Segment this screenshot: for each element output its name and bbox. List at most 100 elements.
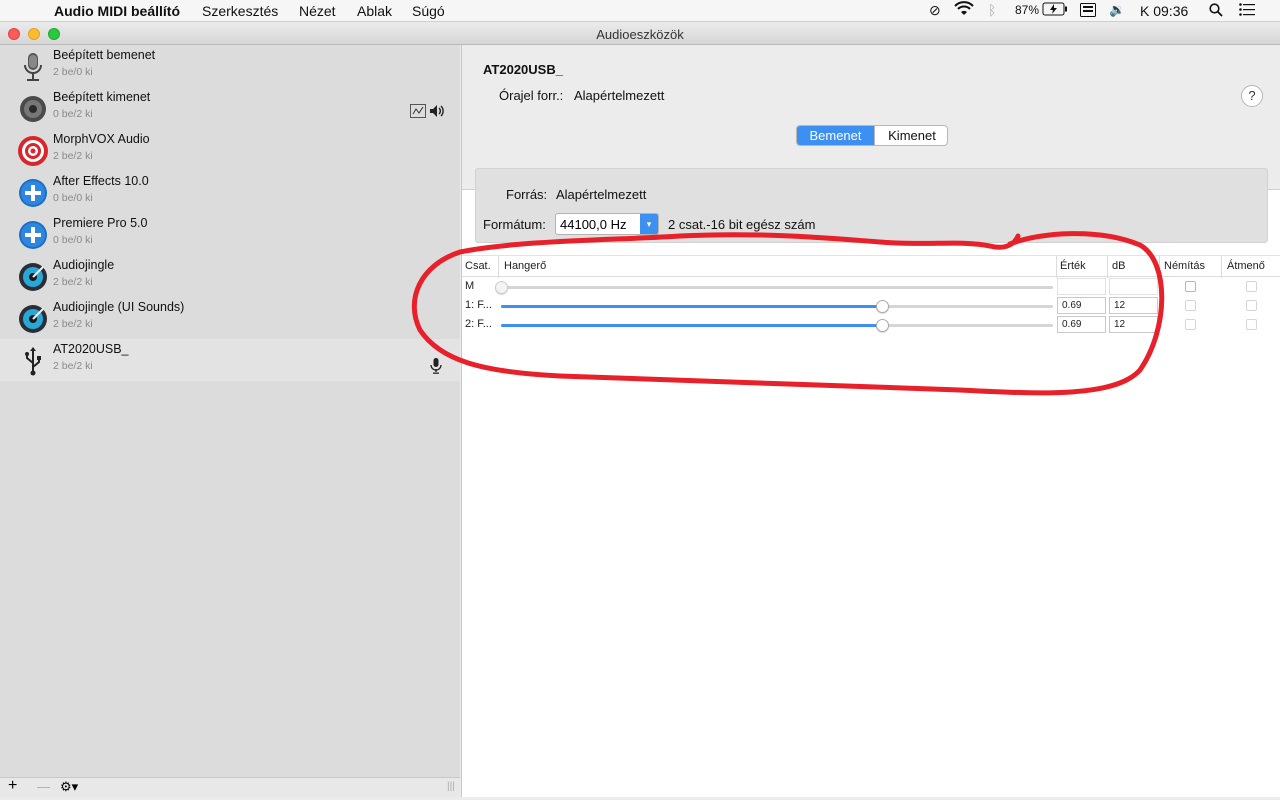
- sample-rate-value: 44100,0 Hz: [560, 217, 627, 232]
- format-label: Formátum:: [483, 217, 546, 232]
- mute-checkbox[interactable]: [1185, 319, 1196, 330]
- device-name: Beépített bemenet: [53, 48, 156, 62]
- device-io: 2 be/2 ki: [53, 318, 93, 330]
- device-item-premiere-pro[interactable]: Premiere Pro 5.0 0 be/0 ki: [0, 213, 460, 255]
- audiojingle-icon: [17, 303, 49, 335]
- sidebar-toolbar: + — ⚙▾ |||: [0, 777, 460, 797]
- menu-edit[interactable]: Szerkesztés: [202, 3, 278, 19]
- tab-input[interactable]: Bemenet: [797, 126, 874, 145]
- channel-label: 2: F...: [465, 318, 492, 330]
- battery-icon[interactable]: [1042, 2, 1068, 19]
- remove-device-button[interactable]: —: [37, 779, 50, 794]
- thru-checkbox[interactable]: [1246, 281, 1257, 292]
- device-item-builtin-input[interactable]: Beépített bemenet 2 be/0 ki: [0, 45, 460, 87]
- device-io: 2 be/0 ki: [53, 66, 93, 78]
- device-io: 0 be/0 ki: [53, 234, 93, 246]
- io-segmented-control: Bemenet Kimenet: [796, 125, 948, 146]
- table-row: M: [462, 277, 1280, 296]
- mute-checkbox[interactable]: [1185, 281, 1196, 292]
- volume-slider[interactable]: [501, 319, 1053, 332]
- column-db[interactable]: dB: [1112, 260, 1125, 272]
- clock-source-value[interactable]: Alapértelmezett: [574, 88, 664, 103]
- wifi-icon[interactable]: [954, 1, 974, 20]
- device-item-builtin-output[interactable]: Beépített kimenet 0 be/2 ki: [0, 87, 460, 129]
- device-name: MorphVOX Audio: [53, 132, 150, 146]
- db-field[interactable]: [1109, 278, 1158, 295]
- column-mute[interactable]: Némítás: [1164, 260, 1205, 272]
- notification-list-icon[interactable]: [1239, 3, 1255, 19]
- thru-checkbox[interactable]: [1246, 300, 1257, 311]
- clock-source-label: Órajel forr.:: [499, 88, 564, 103]
- audiojingle-icon: [17, 261, 49, 293]
- device-list: Beépített bemenet 2 be/0 ki Beépített ki…: [0, 45, 460, 777]
- menubar: Audio MIDI beállító Szerkesztés Nézet Ab…: [0, 0, 1280, 22]
- target-icon: [17, 135, 49, 167]
- device-io: 0 be/0 ki: [53, 192, 93, 204]
- app-menu[interactable]: Audio MIDI beállító: [54, 3, 180, 19]
- resize-handle[interactable]: |||: [447, 781, 455, 792]
- table-header: Csat. Hangerő Érték dB Némítás Átmenő: [462, 255, 1280, 278]
- channel-label: M: [465, 280, 475, 292]
- volume-icon[interactable]: 🔉: [1109, 2, 1125, 18]
- device-io: 0 be/2 ki: [53, 108, 93, 120]
- default-input-mic-icon: [430, 358, 442, 377]
- menubar-clock[interactable]: K 09:36: [1140, 3, 1188, 19]
- device-name: AT2020USB_: [53, 342, 129, 356]
- menu-view[interactable]: Nézet: [299, 3, 336, 19]
- device-item-at2020usb[interactable]: AT2020USB_ 2 be/2 ki: [0, 339, 460, 381]
- device-io: 2 be/2 ki: [53, 150, 93, 162]
- column-value[interactable]: Érték: [1060, 260, 1086, 272]
- sync-icon[interactable]: ⊘: [929, 2, 941, 19]
- thru-checkbox[interactable]: [1246, 319, 1257, 330]
- device-item-morphvox[interactable]: MorphVOX Audio 2 be/2 ki: [0, 129, 460, 171]
- device-item-audiojingle-ui-sounds[interactable]: Audiojingle (UI Sounds) 2 be/2 ki: [0, 297, 460, 339]
- device-name: Audiojingle: [53, 258, 115, 272]
- volume-slider[interactable]: [495, 281, 1053, 294]
- channel-table: Csat. Hangerő Érték dB Némítás Átmenő M …: [462, 255, 1280, 375]
- window-titlebar: Audioeszközök: [0, 22, 1280, 45]
- menu-help[interactable]: Súgó: [412, 3, 445, 19]
- value-field[interactable]: [1057, 278, 1106, 295]
- source-label: Forrás:: [506, 187, 548, 202]
- table-row: 2: F... 0.69 12: [462, 315, 1280, 334]
- device-name: Premiere Pro 5.0: [53, 216, 148, 230]
- device-item-after-effects[interactable]: After Effects 10.0 0 be/0 ki: [0, 171, 460, 213]
- window-title: Audioeszközök: [596, 27, 684, 42]
- device-title: AT2020USB_: [483, 62, 563, 77]
- column-volume[interactable]: Hangerő: [504, 260, 546, 272]
- db-field[interactable]: 12: [1109, 316, 1158, 333]
- format-box: Forrás: Alapértelmezett Formátum: 44100,…: [475, 168, 1268, 243]
- volume-slider[interactable]: [501, 300, 1053, 313]
- source-value: Alapértelmezett: [556, 187, 647, 202]
- column-channel[interactable]: Csat.: [465, 260, 491, 272]
- default-output-speaker-icon: [429, 104, 445, 121]
- sample-rate-select[interactable]: 44100,0 Hz ▾: [555, 213, 659, 235]
- mute-checkbox[interactable]: [1185, 300, 1196, 311]
- device-name: Beépített kimenet: [53, 90, 151, 104]
- column-thru[interactable]: Átmenő: [1227, 260, 1265, 272]
- help-button[interactable]: ?: [1241, 85, 1263, 107]
- db-field[interactable]: 12: [1109, 297, 1158, 314]
- plus-icon: [17, 219, 49, 251]
- gear-menu-button[interactable]: ⚙▾: [60, 779, 78, 795]
- usb-icon: [17, 345, 49, 377]
- search-icon[interactable]: [1209, 3, 1223, 20]
- device-item-audiojingle[interactable]: Audiojingle 2 be/2 ki: [0, 255, 460, 297]
- channel-label: 1: F...: [465, 299, 492, 311]
- speaker-icon: [17, 93, 49, 125]
- device-io: 2 be/2 ki: [53, 360, 93, 372]
- table-row: 1: F... 0.69 12: [462, 296, 1280, 315]
- device-name: After Effects 10.0: [53, 174, 149, 188]
- value-field[interactable]: 0.69: [1057, 297, 1106, 314]
- menu-window[interactable]: Ablak: [357, 3, 392, 19]
- bluetooth-icon[interactable]: ᛒ: [988, 2, 996, 18]
- tab-output[interactable]: Kimenet: [874, 126, 947, 145]
- chevron-updown-icon: ▾: [640, 214, 658, 234]
- add-device-button[interactable]: +: [8, 777, 17, 795]
- system-output-icon: [410, 104, 426, 121]
- keyboard-icon[interactable]: [1080, 3, 1096, 20]
- format-description: 2 csat.-16 bit egész szám: [668, 217, 816, 232]
- plus-icon: [17, 177, 49, 209]
- value-field[interactable]: 0.69: [1057, 316, 1106, 333]
- device-io: 2 be/2 ki: [53, 276, 93, 288]
